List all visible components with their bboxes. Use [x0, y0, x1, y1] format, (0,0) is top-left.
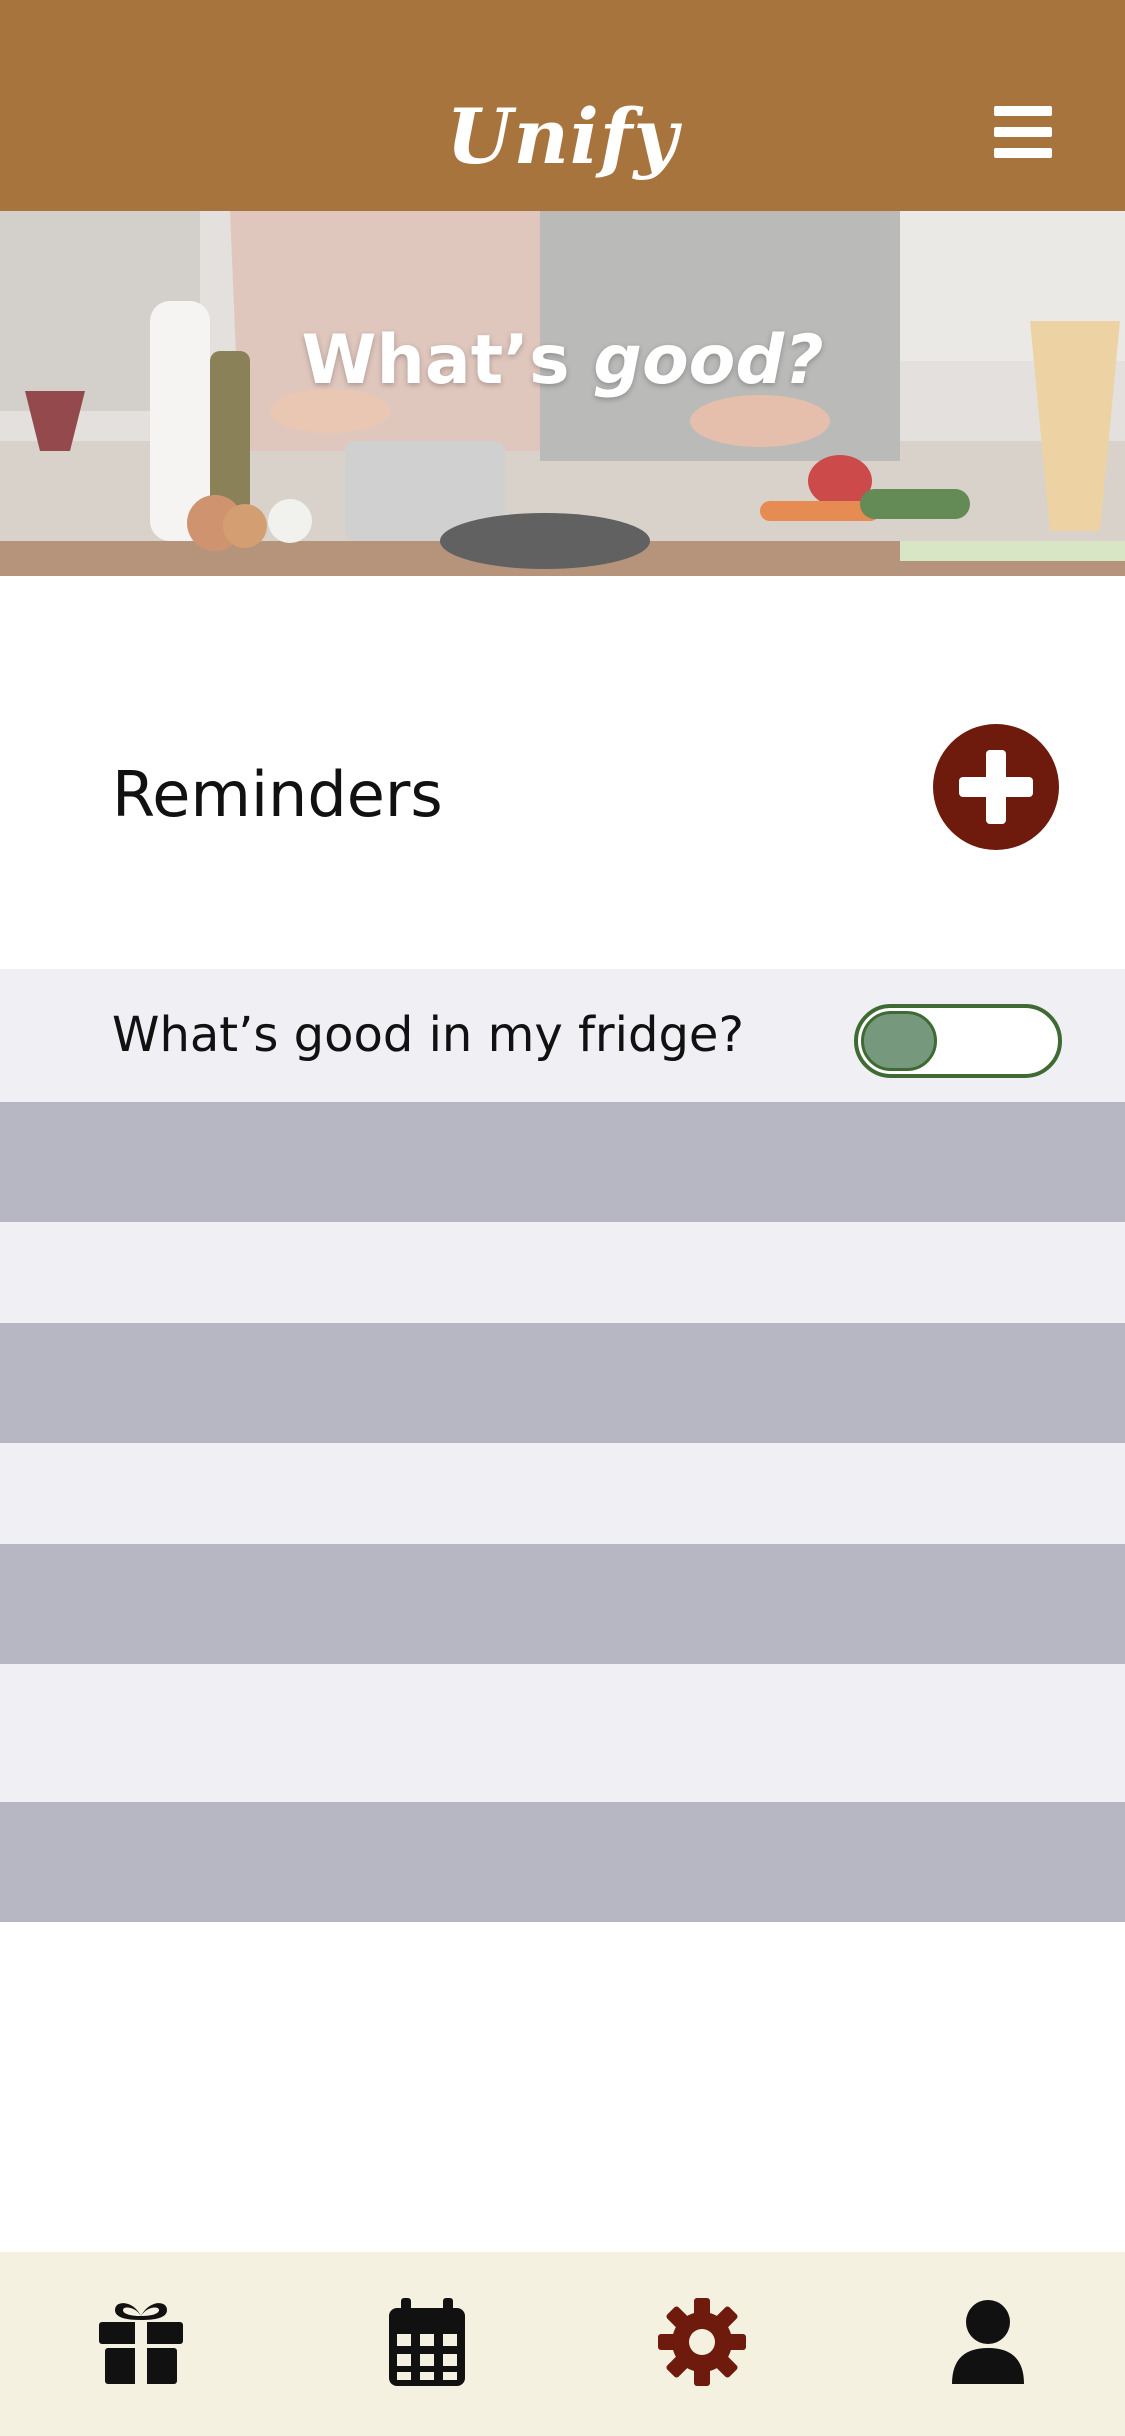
list-item — [0, 1443, 1125, 1544]
list-item — [0, 1802, 1125, 1922]
hero-banner: What’s good? — [0, 211, 1125, 576]
reminders-title: Reminders — [112, 758, 443, 831]
nav-calendar[interactable] — [379, 2294, 475, 2390]
hero-title: What’s good? — [0, 321, 1125, 400]
hero-title-part2: good? — [593, 321, 824, 400]
app-header: Unify — [0, 0, 1125, 211]
bottom-nav — [0, 2252, 1125, 2436]
settings-gear-icon — [658, 2298, 746, 2386]
reminder-label: What’s good in my fridge? — [112, 1007, 744, 1063]
list-item — [0, 1664, 1125, 1802]
add-reminder-button[interactable] — [933, 724, 1059, 850]
toggle-knob — [861, 1011, 937, 1071]
user-icon — [952, 2300, 1024, 2384]
list-item — [0, 1544, 1125, 1664]
hero-title-part1: What’s — [301, 321, 594, 400]
list-item: What’s good in my fridge? — [0, 969, 1125, 1102]
nav-profile[interactable] — [940, 2294, 1036, 2390]
reminder-toggle[interactable] — [854, 1004, 1062, 1078]
hamburger-menu-icon[interactable] — [988, 104, 1058, 160]
list-item — [0, 1102, 1125, 1222]
app-logo: Unify — [446, 92, 679, 181]
list-item — [0, 1323, 1125, 1443]
nav-settings[interactable] — [654, 2294, 750, 2390]
calendar-icon — [389, 2298, 465, 2386]
nav-gifts[interactable] — [93, 2294, 189, 2390]
reminders-list: What’s good in my fridge? — [0, 969, 1125, 1922]
gift-icon — [99, 2303, 183, 2384]
list-item — [0, 1222, 1125, 1323]
